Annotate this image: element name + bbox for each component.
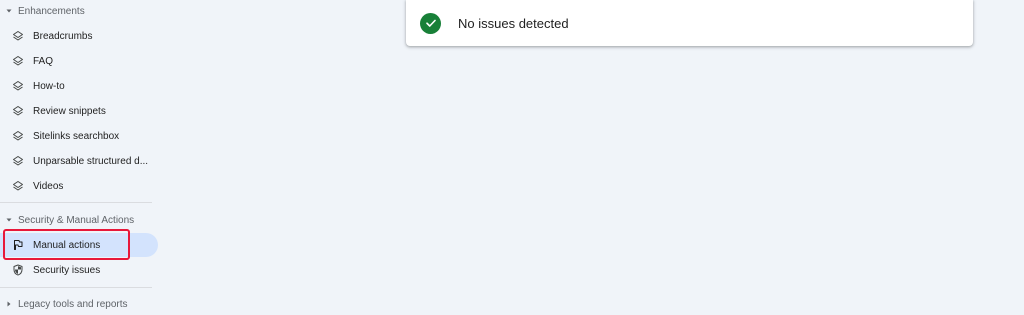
section-header-legacy-tools[interactable]: Legacy tools and reports <box>0 294 128 314</box>
status-card: No issues detected <box>406 0 973 46</box>
sidebar-divider <box>0 287 152 288</box>
layers-icon <box>11 129 25 143</box>
sidebar-item-unparsable-structured-data[interactable]: Unparsable structured d... <box>0 149 158 173</box>
check-circle-icon <box>420 12 441 34</box>
sidebar-item-label: How-to <box>33 80 65 92</box>
sidebar: Enhancements Breadcrumbs FAQ How-to Revi… <box>0 0 162 315</box>
sidebar-item-security-issues[interactable]: Security issues <box>0 258 158 282</box>
section-header-label: Legacy tools and reports <box>18 298 128 310</box>
shield-icon <box>11 263 25 277</box>
caret-right-icon <box>0 300 18 308</box>
highlight-box <box>3 229 130 260</box>
sidebar-item-label: Videos <box>33 180 64 192</box>
caret-down-icon <box>0 7 18 15</box>
sidebar-item-faq[interactable]: FAQ <box>0 49 158 73</box>
sidebar-item-label: Sitelinks searchbox <box>33 130 120 142</box>
sidebar-item-label: Review snippets <box>33 105 106 117</box>
layers-icon <box>11 154 25 168</box>
sidebar-divider <box>0 202 152 203</box>
layers-icon <box>11 104 25 118</box>
sidebar-item-videos[interactable]: Videos <box>0 174 158 198</box>
sidebar-item-label: Security issues <box>33 264 101 276</box>
status-message: No issues detected <box>458 15 569 31</box>
section-header-security-manual-actions[interactable]: Security & Manual Actions <box>0 210 134 230</box>
sidebar-item-label: Unparsable structured d... <box>33 155 149 167</box>
sidebar-item-how-to[interactable]: How-to <box>0 74 158 98</box>
layers-icon <box>11 29 25 43</box>
sidebar-item-breadcrumbs[interactable]: Breadcrumbs <box>0 24 158 48</box>
sidebar-item-review-snippets[interactable]: Review snippets <box>0 99 158 123</box>
sidebar-item-sitelinks-searchbox[interactable]: Sitelinks searchbox <box>0 124 158 148</box>
section-header-label: Enhancements <box>18 5 85 17</box>
layers-icon <box>11 79 25 93</box>
sidebar-item-label: FAQ <box>33 55 54 67</box>
section-header-enhancements[interactable]: Enhancements <box>0 1 85 21</box>
layers-icon <box>11 54 25 68</box>
layers-icon <box>11 179 25 193</box>
caret-down-icon <box>0 216 18 224</box>
sidebar-item-label: Breadcrumbs <box>33 30 93 42</box>
section-header-label: Security & Manual Actions <box>18 214 135 226</box>
